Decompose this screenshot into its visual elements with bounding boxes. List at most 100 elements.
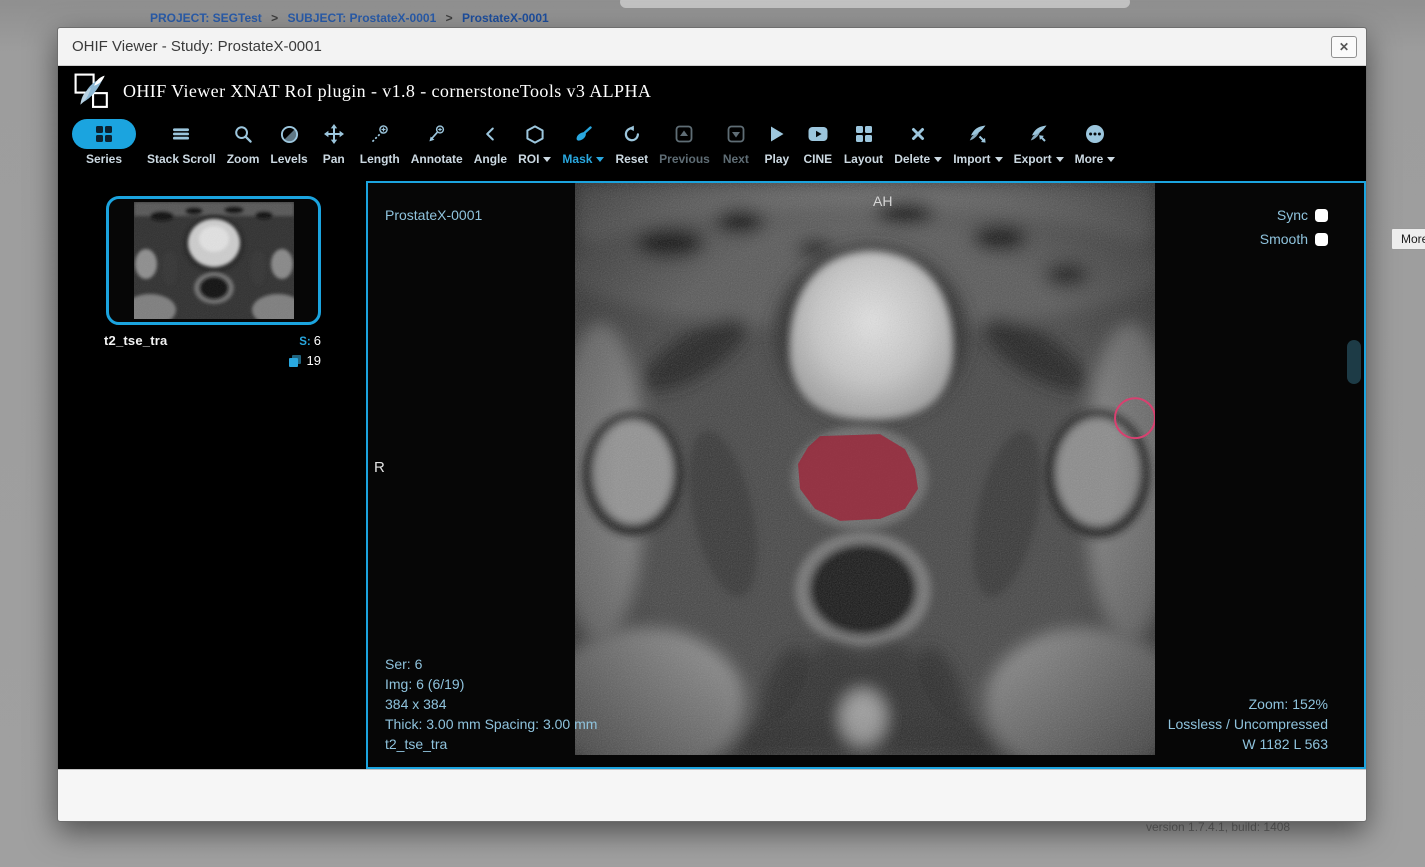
breadcrumb-subject-link[interactable]: SUBJECT: ProstateX-0001: [288, 11, 437, 25]
breadcrumb-project-link[interactable]: PROJECT: SEGTest: [150, 11, 262, 25]
tool-roi[interactable]: ROI: [518, 119, 551, 166]
dimensions-text: 384 x 384: [385, 694, 597, 714]
tool-import-label: Import: [953, 152, 990, 166]
series-thumbnail[interactable]: [106, 196, 321, 325]
tool-angle-label: Angle: [474, 152, 507, 166]
tool-import[interactable]: Import: [953, 119, 1002, 166]
image-number-text: Img: 6 (6/19): [385, 674, 597, 694]
tool-angle[interactable]: Angle: [474, 119, 507, 166]
app-header: OHIF Viewer XNAT RoI plugin - v1.8 - cor…: [58, 66, 1366, 116]
caret-down-icon: [596, 157, 604, 162]
grid-icon: [72, 119, 136, 149]
contrast-icon: [280, 119, 299, 149]
tool-play-label: Play: [765, 152, 790, 166]
tool-delete[interactable]: Delete: [894, 119, 942, 166]
version-text: version 1.7.4.1, build: 1408: [1146, 820, 1290, 834]
tool-mask[interactable]: Mask: [562, 119, 604, 166]
bars-icon: [172, 119, 190, 149]
xnat-import-icon: [967, 119, 988, 149]
tool-delete-label: Delete: [894, 152, 930, 166]
tool-reset[interactable]: Reset: [615, 119, 648, 166]
tool-series-label: Series: [86, 152, 122, 166]
window-titlebar: OHIF Viewer - Study: ProstateX-0001 ✕: [58, 28, 1366, 66]
caret-down-icon: [543, 157, 551, 162]
stack-icon: [288, 354, 302, 368]
more-tooltip: More: [1391, 228, 1425, 250]
sync-checkbox[interactable]: [1315, 209, 1328, 222]
tool-cine-label: CINE: [804, 152, 833, 166]
viewport-scrollbar-thumb[interactable]: [1347, 340, 1361, 384]
caret-down-icon: [995, 157, 1003, 162]
viewport-canvas[interactable]: ProstateX-0001 AH R Sync Smooth Ser: 6 I…: [366, 181, 1366, 769]
tool-previous[interactable]: Previous: [659, 119, 710, 166]
undo-icon: [623, 119, 641, 149]
series-number: S:6: [299, 333, 321, 348]
tool-more[interactable]: More: [1075, 119, 1116, 166]
mri-image: [575, 183, 1155, 755]
tool-export[interactable]: Export: [1014, 119, 1064, 166]
tool-series[interactable]: Series: [72, 119, 136, 166]
xnat-export-icon: [1028, 119, 1049, 149]
breadcrumb-session-link[interactable]: ProstateX-0001: [462, 11, 549, 25]
viewport-toggles: Sync Smooth: [1260, 205, 1328, 249]
smooth-label: Smooth: [1260, 229, 1308, 249]
toolbar: Series Stack Scroll Zoom Levels Pan: [58, 116, 1366, 181]
tool-layout[interactable]: Layout: [844, 119, 883, 166]
tool-export-label: Export: [1014, 152, 1052, 166]
tool-pan[interactable]: Pan: [319, 119, 349, 166]
viewport-info-bottom-left: Ser: 6 Img: 6 (6/19) 384 x 384 Thick: 3.…: [385, 654, 597, 754]
viewport-patient-id: ProstateX-0001: [385, 205, 482, 225]
tool-length[interactable]: Length: [360, 119, 400, 166]
tool-play[interactable]: Play: [762, 119, 792, 166]
play-icon: [769, 119, 785, 149]
background-search-bar: [620, 0, 1130, 8]
sync-label: Sync: [1277, 205, 1308, 225]
thickness-text: Thick: 3.00 mm Spacing: 3.00 mm: [385, 714, 597, 734]
tool-more-label: More: [1075, 152, 1104, 166]
series-name: t2_tse_tra: [104, 333, 167, 348]
close-icon[interactable]: ✕: [1331, 36, 1357, 58]
prev-frame-icon: [675, 119, 693, 149]
smooth-checkbox[interactable]: [1315, 233, 1328, 246]
tool-next[interactable]: Next: [721, 119, 751, 166]
magnifier-icon: [234, 119, 253, 149]
xnat-logo-icon: [74, 73, 110, 109]
instance-count: 19: [307, 353, 321, 368]
orientation-marker-left: R: [374, 458, 385, 478]
tool-length-label: Length: [360, 152, 400, 166]
tool-cine[interactable]: CINE: [803, 119, 833, 166]
window-footer: [58, 769, 1366, 821]
tool-previous-label: Previous: [659, 152, 710, 166]
tool-layout-label: Layout: [844, 152, 883, 166]
tool-pan-label: Pan: [323, 152, 345, 166]
tool-zoom-label: Zoom: [227, 152, 260, 166]
tool-levels[interactable]: Levels: [270, 119, 307, 166]
tool-stack-scroll-label: Stack Scroll: [147, 152, 216, 166]
annotate-icon: [427, 119, 446, 149]
breadcrumb-separator: >: [446, 11, 453, 25]
tool-reset-label: Reset: [615, 152, 648, 166]
ohif-viewer-window: OHIF Viewer - Study: ProstateX-0001 ✕ OH…: [57, 27, 1367, 822]
hexagon-icon: [525, 119, 545, 149]
thumbnail-mri-image: [134, 202, 294, 319]
tool-stack-scroll[interactable]: Stack Scroll: [147, 119, 216, 166]
series-sidebar: t2_tse_tra S:6 19: [58, 181, 366, 769]
window-level-text: W 1182 L 563: [1168, 734, 1328, 754]
instance-count-row: 19: [104, 353, 321, 368]
orientation-marker-top: AH: [873, 191, 892, 211]
tool-next-label: Next: [723, 152, 749, 166]
caret-down-icon: [934, 157, 942, 162]
zoom-text: Zoom: 152%: [1168, 694, 1328, 714]
next-frame-icon: [727, 119, 745, 149]
move-icon: [324, 119, 344, 149]
tool-zoom[interactable]: Zoom: [227, 119, 260, 166]
caret-down-icon: [1107, 157, 1115, 162]
tool-roi-label: ROI: [518, 152, 539, 166]
chevron-icon: [484, 119, 496, 149]
tool-annotate[interactable]: Annotate: [411, 119, 463, 166]
x-icon: [911, 119, 925, 149]
layout-icon: [855, 119, 873, 149]
segmentation-mask: [798, 434, 918, 521]
series-meta: t2_tse_tra S:6 19: [104, 333, 321, 368]
cine-icon: [808, 119, 828, 149]
